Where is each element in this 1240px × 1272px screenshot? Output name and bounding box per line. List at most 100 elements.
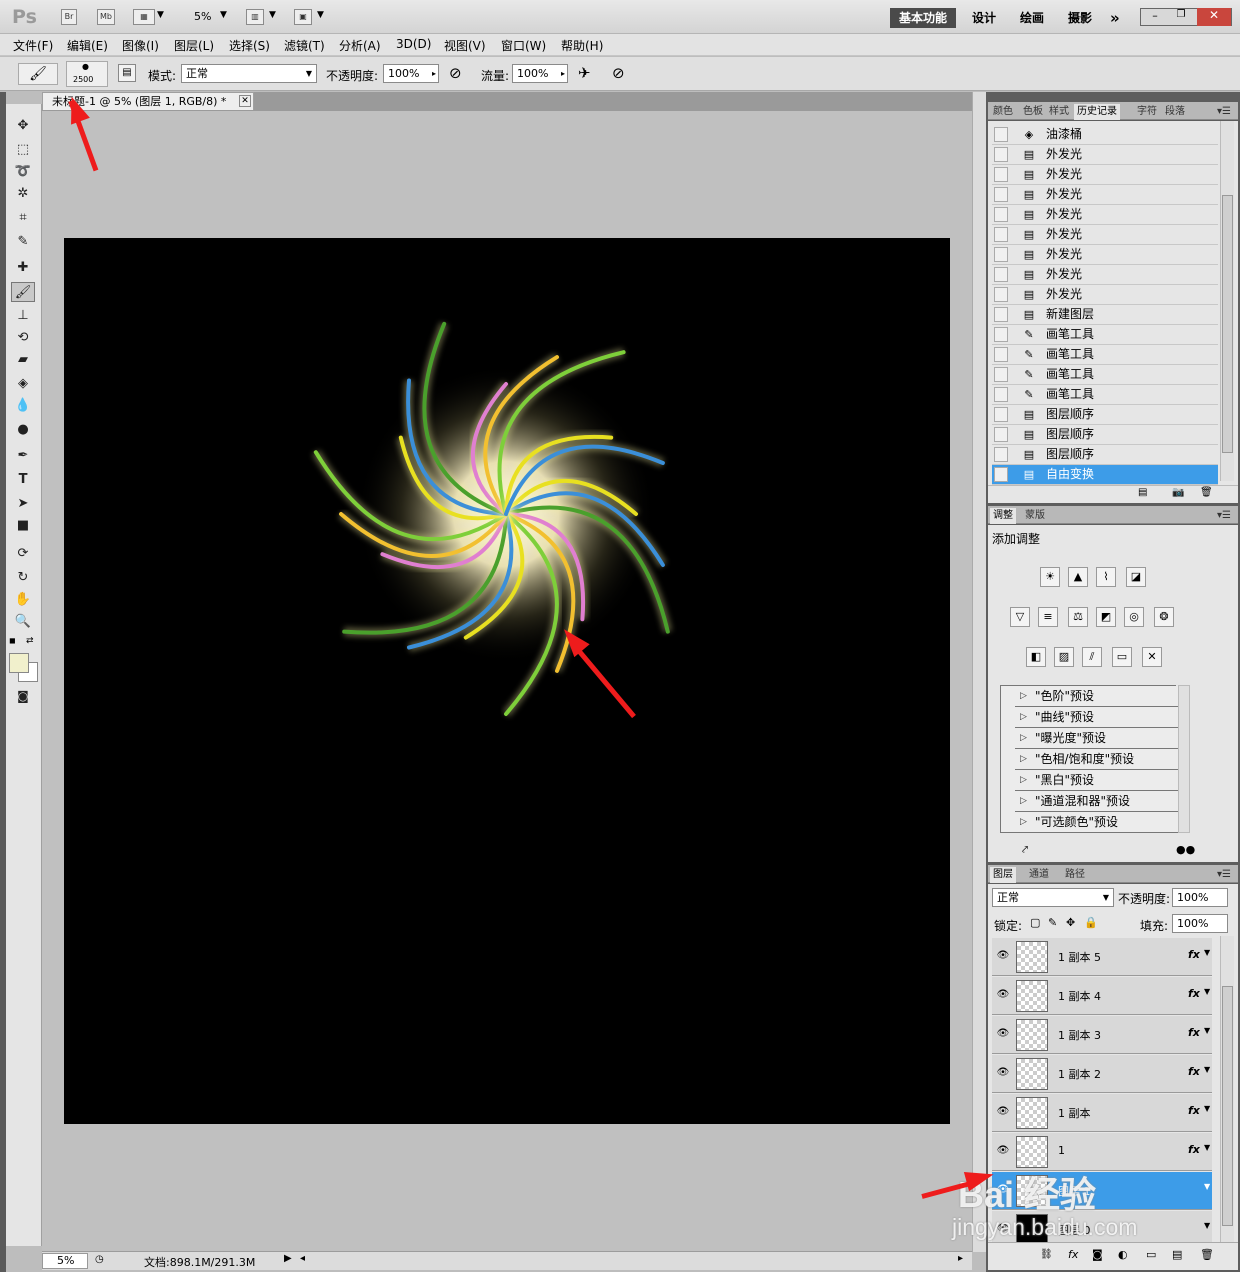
history-source-checkbox[interactable] <box>994 347 1008 362</box>
tab-adjustments[interactable]: 调整 <box>990 508 1016 524</box>
opacity-input[interactable]: 100% ▸ <box>383 64 439 83</box>
history-item[interactable]: ▤ 新建图层 <box>992 305 1218 325</box>
layer-fx-icon[interactable]: fx <box>1188 1026 1200 1039</box>
history-item[interactable]: ✎ 画笔工具 <box>992 365 1218 385</box>
history-scrollbar[interactable] <box>1220 121 1234 481</box>
new-layer-icon[interactable]: ▤ <box>1172 1248 1182 1261</box>
shape-tool-icon[interactable]: ■ <box>11 516 35 536</box>
expand-triangle-icon[interactable]: ▷ <box>1020 791 1027 811</box>
chevron-down-icon[interactable]: ▼ <box>1204 1104 1210 1113</box>
brush-panel-icon[interactable]: ▤ <box>118 64 136 82</box>
lock-all-icon[interactable]: 🔒 <box>1084 916 1098 929</box>
history-source-checkbox[interactable] <box>994 367 1008 382</box>
color-balance-icon[interactable]: ⚖ <box>1068 607 1088 627</box>
menu-analysis[interactable]: 分析(A) <box>339 37 381 54</box>
view-extras-button[interactable]: ▦ <box>133 9 155 25</box>
chevron-down-icon[interactable]: ▼ <box>1204 987 1210 996</box>
pen-tool-icon[interactable]: ✒ <box>11 446 35 466</box>
history-item[interactable]: ▤ 图层顺序 <box>992 405 1218 425</box>
more-workspaces-icon[interactable]: » <box>1110 8 1120 28</box>
crop-tool-icon[interactable]: ⌗ <box>11 208 35 228</box>
panel-menu-icon[interactable]: ▾☰ <box>1214 867 1234 883</box>
history-source-checkbox[interactable] <box>994 467 1008 482</box>
chevron-down-icon[interactable]: ▼ <box>317 10 324 20</box>
eye-icon[interactable]: 👁 <box>996 1144 1010 1158</box>
hue-saturation-icon[interactable]: ≡ <box>1038 607 1058 627</box>
history-item[interactable]: ▤ 外发光 <box>992 225 1218 245</box>
close-icon[interactable]: ✕ <box>1197 8 1231 26</box>
trash-icon[interactable]: 🗑 <box>1200 1248 1214 1261</box>
status-info-icon[interactable]: ◷ <box>95 1254 104 1265</box>
history-item[interactable]: ✎ 画笔工具 <box>992 325 1218 345</box>
flow-input[interactable]: 100% ▸ <box>512 64 568 83</box>
return-icon[interactable]: ⤤ <box>1022 843 1028 857</box>
history-source-checkbox[interactable] <box>994 147 1008 162</box>
layer-fx-icon[interactable]: fx <box>1188 1065 1200 1078</box>
new-document-icon[interactable]: ▤ <box>1138 487 1147 498</box>
history-source-checkbox[interactable] <box>994 207 1008 222</box>
scroll-left-icon[interactable]: ◂ <box>300 1253 305 1264</box>
tablet-pressure-size-icon[interactable]: ⊘ <box>612 64 625 82</box>
exposure-icon[interactable]: ◪ <box>1126 567 1146 587</box>
brush-preset-icon[interactable]: 🖌 <box>18 63 58 85</box>
move-tool-icon[interactable]: ✥ <box>11 116 35 136</box>
hand-tool-icon[interactable]: ✋ <box>11 590 35 610</box>
chevron-down-icon[interactable]: ▼ <box>1204 1143 1210 1152</box>
restore-icon[interactable]: ❐ <box>1171 9 1191 25</box>
brightness-icon[interactable]: ☀ <box>1040 567 1060 587</box>
chevron-down-icon[interactable]: ▼ <box>1204 1026 1210 1035</box>
trash-icon[interactable]: 🗑 <box>1200 487 1213 498</box>
presets-scrollbar[interactable] <box>1178 685 1190 833</box>
bridge-button[interactable]: Br <box>61 9 77 25</box>
threshold-icon[interactable]: ⫽ <box>1082 647 1102 667</box>
healing-brush-icon[interactable]: ✚ <box>11 258 35 278</box>
photo-filter-icon[interactable]: ◎ <box>1124 607 1144 627</box>
invert-icon[interactable]: ◧ <box>1026 647 1046 667</box>
eyedropper-icon[interactable]: ✎ <box>11 232 35 252</box>
layer-fx-icon[interactable]: fx <box>1188 1143 1200 1156</box>
fill-input[interactable]: 100% <box>1172 914 1228 933</box>
add-mask-icon[interactable]: ◙ <box>1092 1248 1103 1261</box>
default-colors-icon[interactable]: ◼ <box>9 636 16 645</box>
zoom-tool-icon[interactable]: 🔍 <box>11 612 35 632</box>
eye-icon[interactable]: 👁 <box>996 988 1010 1002</box>
menu-window[interactable]: 窗口(W) <box>501 37 546 54</box>
expand-triangle-icon[interactable]: ▷ <box>1020 770 1027 790</box>
layer-row[interactable]: 👁 1 副本 4 fx ▼ <box>992 977 1212 1015</box>
layer-clip-icon[interactable]: ●● <box>1176 843 1195 856</box>
foreground-color-swatch[interactable] <box>9 653 29 673</box>
history-item[interactable]: ▤ 图层顺序 <box>992 425 1218 445</box>
expand-triangle-icon[interactable]: ▷ <box>1020 707 1027 727</box>
mode-select[interactable]: 正常 ▼ <box>181 64 317 83</box>
history-source-checkbox[interactable] <box>994 327 1008 342</box>
history-source-checkbox[interactable] <box>994 447 1008 462</box>
panel-menu-icon[interactable]: ▾☰ <box>1214 104 1234 120</box>
3d-rotate-icon[interactable]: ⟳ <box>11 544 35 564</box>
marquee-tool-icon[interactable]: ⬚ <box>11 140 35 160</box>
paint-bucket-icon[interactable]: ◈ <box>11 374 35 394</box>
lasso-tool-icon[interactable]: ➰ <box>11 162 35 182</box>
adjust-preset-item[interactable]: ▷ "色阶"预设 <box>1015 686 1187 707</box>
chevron-down-icon[interactable]: ▼ <box>220 10 227 20</box>
history-source-checkbox[interactable] <box>994 387 1008 402</box>
scrollbar-thumb[interactable] <box>1222 195 1233 453</box>
expand-triangle-icon[interactable]: ▷ <box>1020 686 1027 706</box>
tab-layers[interactable]: 图层 <box>990 867 1016 883</box>
chevron-down-icon[interactable]: ▼ <box>157 10 164 20</box>
black-white-icon[interactable]: ◩ <box>1096 607 1116 627</box>
tab-swatches[interactable]: 色板 <box>1020 104 1046 120</box>
dodge-tool-icon[interactable]: ● <box>11 420 35 440</box>
new-adjustment-icon[interactable]: ◐ <box>1118 1248 1128 1261</box>
menu-edit[interactable]: 编辑(E) <box>67 37 108 54</box>
tab-character[interactable]: 字符 <box>1134 104 1160 120</box>
layer-row[interactable]: 👁 1 副本 fx ▼ <box>992 1094 1212 1132</box>
expand-triangle-icon[interactable]: ▷ <box>1020 812 1027 832</box>
posterize-icon[interactable]: ▨ <box>1054 647 1074 667</box>
menu-image[interactable]: 图像(I) <box>122 37 159 54</box>
workspace-photography[interactable]: 摄影 <box>1068 8 1092 28</box>
layer-opacity-input[interactable]: 100% <box>1172 888 1228 907</box>
channel-mixer-icon[interactable]: ❂ <box>1154 607 1174 627</box>
selective-color-icon[interactable]: ✕ <box>1142 647 1162 667</box>
zoom-level[interactable]: 5% <box>194 10 211 23</box>
link-layers-icon[interactable]: ⛓ <box>1040 1249 1053 1260</box>
